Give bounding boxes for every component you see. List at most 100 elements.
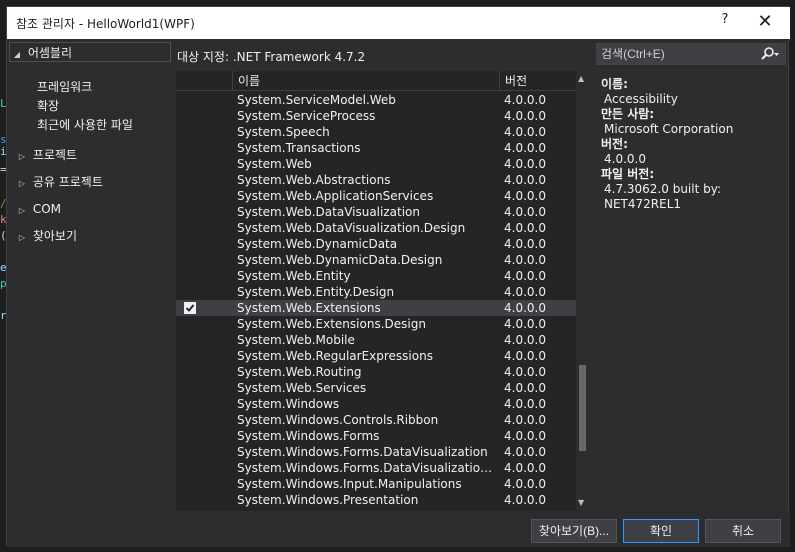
table-row[interactable]: System.Web.Mobile 4.0.0.0 <box>176 332 576 348</box>
detail-author-label: 만든 사람: <box>601 107 655 121</box>
table-row[interactable]: System.ServiceProcess 4.0.0.0 <box>176 108 576 124</box>
collapsed-arrow-icon: ▷ <box>18 152 26 161</box>
checkbox[interactable] <box>184 414 196 426</box>
checkbox[interactable] <box>184 398 196 410</box>
table-row[interactable]: System.Windows.Presentation 4.0.0.0 <box>176 492 576 508</box>
checkbox[interactable] <box>184 350 196 362</box>
checkbox[interactable] <box>184 430 196 442</box>
table-row[interactable]: System.Windows.Forms.DataVisualization.D… <box>176 460 576 476</box>
detail-name-value: Accessibility <box>604 92 678 106</box>
detail-version-value: 4.0.0.0 <box>604 152 646 166</box>
checkbox[interactable] <box>184 110 196 122</box>
column-header-version[interactable]: 버전 <box>500 71 576 91</box>
table-row[interactable]: System.Web.DataVisualization 4.0.0.0 <box>176 204 576 220</box>
checkbox[interactable] <box>184 174 196 186</box>
nav-browse[interactable]: ▷ 찾아보기 <box>15 226 77 246</box>
scroll-up-arrow-icon[interactable]: ▲ <box>578 74 584 83</box>
checkbox[interactable] <box>184 190 196 202</box>
row-version: 4.0.0.0 <box>504 317 546 331</box>
assembly-list: 이름 버전 System.ServiceModel.Web 4.0.0.0 Syst… <box>176 71 588 511</box>
checkbox[interactable] <box>184 126 196 138</box>
browse-button[interactable]: 찾아보기(B)... <box>531 519 617 543</box>
table-row[interactable]: System.Windows.Input.Manipulations 4.0.0.… <box>176 476 576 492</box>
table-row[interactable]: System.Web.Abstractions 4.0.0.0 <box>176 172 576 188</box>
table-row[interactable]: System.Web.ApplicationServices 4.0.0.0 <box>176 188 576 204</box>
ok-button[interactable]: 확인 <box>623 519 699 543</box>
title-bar: 참조 관리자 - HelloWorld1(WPF) ? ✕ <box>7 7 790 39</box>
checkbox[interactable] <box>184 382 196 394</box>
nav-shared-projects[interactable]: ▷ 공유 프로젝트 <box>15 172 103 192</box>
scroll-down-arrow-icon[interactable]: ▼ <box>578 498 584 507</box>
checkbox[interactable] <box>184 478 196 490</box>
cancel-button[interactable]: 취소 <box>705 519 781 543</box>
table-row[interactable]: System.Windows.Forms.DataVisualization 4.… <box>176 444 576 460</box>
table-row[interactable]: System.Windows.Controls.Ribbon 4.0.0.0 <box>176 412 576 428</box>
checkbox[interactable] <box>184 222 196 234</box>
search-box[interactable] <box>596 43 786 65</box>
row-version: 4.0.0.0 <box>504 461 546 475</box>
table-row[interactable]: System.Web.DynamicData 4.0.0.0 <box>176 236 576 252</box>
row-name: System.Windows <box>237 397 340 411</box>
table-row[interactable]: System.Transactions 4.0.0.0 <box>176 140 576 156</box>
table-row[interactable]: System.Web.DynamicData.Design 4.0.0.0 <box>176 252 576 268</box>
checkbox[interactable] <box>184 206 196 218</box>
row-name: System.Web.ApplicationServices <box>237 189 434 203</box>
row-version: 4.0.0.0 <box>504 109 546 123</box>
details-panel: 이름: Accessibility 만든 사람: Microsoft Corpo… <box>601 77 786 212</box>
table-row[interactable]: System.Web.Entity 4.0.0.0 <box>176 268 576 284</box>
search-icon[interactable] <box>760 46 780 62</box>
row-version: 4.0.0.0 <box>504 349 546 363</box>
row-version: 4.0.0.0 <box>504 477 546 491</box>
help-button[interactable]: ? <box>715 12 735 32</box>
nav-assemblies[interactable]: ◢ 어셈블리 <box>9 42 171 62</box>
nav-projects[interactable]: ▷ 프로젝트 <box>15 145 77 165</box>
checkbox[interactable] <box>184 334 196 346</box>
nav-extensions[interactable]: 확장 <box>37 96 59 116</box>
checkbox[interactable] <box>184 462 196 474</box>
checkbox[interactable] <box>184 366 196 378</box>
table-row[interactable]: System.Web.Entity.Design 4.0.0.0 <box>176 284 576 300</box>
table-row[interactable]: System.Windows.Forms 4.0.0.0 <box>176 428 576 444</box>
checkbox-checked[interactable] <box>184 302 196 314</box>
nav-com[interactable]: ▷ COM <box>15 199 61 219</box>
nav-recent[interactable]: 최근에 사용한 파일 <box>37 115 133 135</box>
collapsed-arrow-icon: ▷ <box>18 206 26 215</box>
table-row[interactable]: System.Speech 4.0.0.0 <box>176 124 576 140</box>
detail-name-label: 이름: <box>601 77 628 91</box>
row-version: 4.0.0.0 <box>504 365 546 379</box>
checkmark-icon <box>184 302 196 314</box>
search-input[interactable] <box>601 46 751 62</box>
checkbox[interactable] <box>184 446 196 458</box>
checkbox[interactable] <box>184 238 196 250</box>
row-name: System.Web.Entity.Design <box>237 285 395 299</box>
checkbox[interactable] <box>184 158 196 170</box>
reference-manager-dialog: 참조 관리자 - HelloWorld1(WPF) ? ✕ ◢ 어셈블리 프레임… <box>6 6 790 547</box>
checkbox[interactable] <box>184 254 196 266</box>
nav-framework[interactable]: 프레임워크 <box>37 77 92 97</box>
close-button[interactable]: ✕ <box>753 11 777 33</box>
table-row[interactable]: System.Web.Extensions 4.0.0.0 <box>176 300 576 316</box>
checkbox[interactable] <box>184 286 196 298</box>
row-name: System.Web.RegularExpressions <box>237 349 433 363</box>
checkbox[interactable] <box>184 494 196 506</box>
target-framework-label: 대상 지정: .NET Framework 4.7.2 <box>177 50 366 64</box>
table-row[interactable]: System.Web 4.0.0.0 <box>176 156 576 172</box>
checkbox[interactable] <box>184 318 196 330</box>
table-row[interactable]: System.Web.Services 4.0.0.0 <box>176 380 576 396</box>
row-name: System.Web.Abstractions <box>237 173 391 187</box>
vertical-scrollbar[interactable]: ▲ ▼ <box>576 71 588 511</box>
table-row[interactable]: System.Web.DataVisualization.Design 4.0.0… <box>176 220 576 236</box>
row-name: System.Web.Extensions.Design <box>237 317 426 331</box>
checkbox[interactable] <box>184 270 196 282</box>
checkbox[interactable] <box>184 142 196 154</box>
scrollbar-thumb[interactable] <box>579 365 586 451</box>
table-row[interactable]: System.ServiceModel.Web 4.0.0.0 <box>176 92 576 108</box>
row-version: 4.0.0.0 <box>504 93 546 107</box>
table-row[interactable]: System.Windows 4.0.0.0 <box>176 396 576 412</box>
checkbox[interactable] <box>184 94 196 106</box>
collapsed-arrow-icon: ▷ <box>18 179 26 188</box>
table-row[interactable]: System.Web.Extensions.Design 4.0.0.0 <box>176 316 576 332</box>
table-row[interactable]: System.Web.RegularExpressions 4.0.0.0 <box>176 348 576 364</box>
column-header-name[interactable]: 이름 <box>233 71 499 91</box>
table-row[interactable]: System.Web.Routing 4.0.0.0 <box>176 364 576 380</box>
